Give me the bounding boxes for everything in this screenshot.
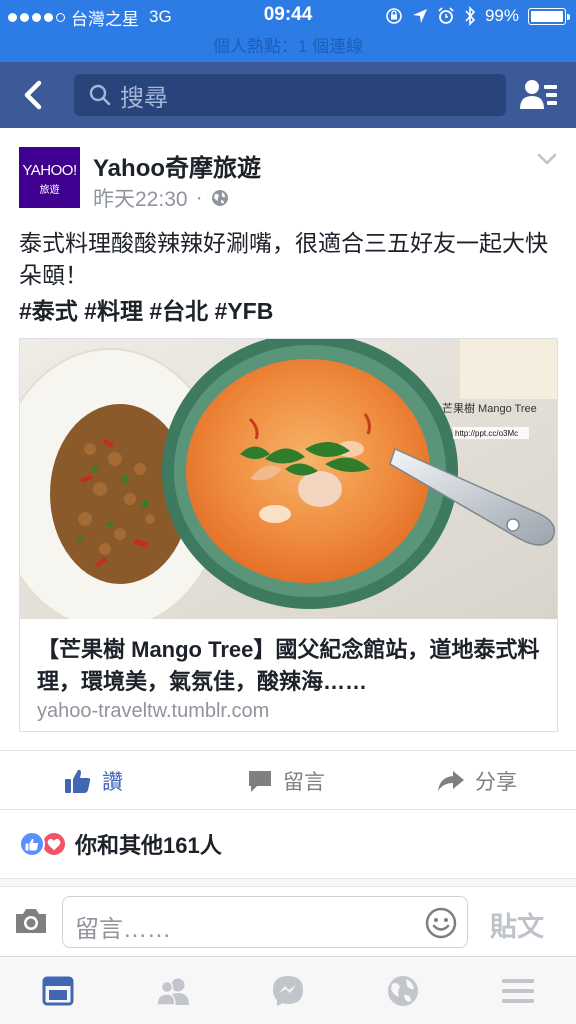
comment-button[interactable]: 留言 [247, 751, 325, 811]
menu-icon [502, 979, 534, 1003]
meta-separator: · [195, 186, 203, 209]
comment-bubble-icon [249, 771, 271, 792]
logo-text: YAHOO! [22, 162, 77, 179]
page-avatar[interactable]: YAHOO! 旅遊 [19, 147, 80, 208]
like-button[interactable]: 讚 [64, 751, 123, 811]
globe-icon [211, 190, 228, 206]
search-icon [89, 84, 111, 106]
friend-requests-icon[interactable] [520, 77, 558, 113]
smiley-icon[interactable] [425, 907, 457, 939]
news-feed-icon [42, 976, 74, 1006]
post-timestamp[interactable]: 昨天22:30 [93, 183, 188, 213]
link-title[interactable]: 【芒果樹 Mango Tree】國父紀念館站，道地泰式料理，環境美，氣氛佳，酸辣… [37, 634, 547, 698]
reactions-summary[interactable]: 你和其他161人 [19, 828, 222, 860]
like-label: 讚 [102, 771, 123, 794]
chevron-down-icon[interactable] [536, 152, 558, 166]
post-text: 泰式料理酸酸辣辣好涮嘴，很適合三五好友一起大快朵頤！ [19, 230, 548, 288]
alarm-icon [438, 7, 454, 24]
page-name[interactable]: Yahoo奇摩旅遊 [93, 148, 261, 183]
bluetooth-icon [465, 6, 476, 26]
tom-yum-soup-photo: 芒果樹 Mango Tree http://ppt.cc/o3Mc [20, 339, 557, 619]
comment-bar: 留言…… 貼文 [0, 886, 576, 956]
post-meta: 昨天22:30 · [93, 183, 229, 213]
post-header: YAHOO! 旅遊 Yahoo奇摩旅遊 昨天22:30 · [0, 128, 576, 216]
share-label: 分享 [475, 771, 517, 794]
comment-input[interactable]: 留言…… [62, 896, 468, 948]
chevron-left-icon[interactable] [16, 77, 52, 113]
post-hashtags[interactable]: #泰式 #料理 #台北 #YFB [19, 292, 273, 326]
tab-menu[interactable] [498, 971, 538, 1011]
tab-messenger[interactable] [268, 971, 308, 1011]
section-divider [0, 878, 576, 886]
messenger-icon [273, 976, 303, 1006]
battery-level [531, 10, 563, 22]
battery-percent: 99% [484, 6, 519, 25]
reaction-count-text: 你和其他161人 [75, 833, 222, 858]
link-image[interactable]: 芒果樹 Mango Tree http://ppt.cc/o3Mc [20, 339, 557, 619]
camera-icon[interactable] [14, 907, 48, 935]
post-actions: 讚 留言 分享 [0, 750, 576, 810]
share-button[interactable]: 分享 [437, 751, 517, 811]
nav-bar: 搜尋 [0, 62, 576, 128]
rotation-lock-icon [386, 8, 402, 24]
link-domain: yahoo-traveltw.tumblr.com [37, 700, 270, 722]
link-preview-card[interactable]: 芒果樹 Mango Tree http://ppt.cc/o3Mc 【芒果樹 M… [19, 338, 558, 732]
post-comment-button[interactable]: 貼文 [490, 905, 544, 944]
app-screen: 台灣之星 3G 09:44 99% 個人熱點：1 個連線 搜尋 YAHOO! 旅… [0, 0, 576, 1024]
friends-icon [156, 978, 189, 1006]
search-input[interactable]: 搜尋 [74, 74, 506, 116]
like-reaction-icon [19, 831, 45, 857]
comment-placeholder: 留言…… [75, 916, 171, 943]
image-watermark: 芒果樹 Mango Tree [442, 402, 537, 415]
hotspot-banner[interactable]: 個人熱點：1 個連線 [0, 32, 576, 57]
logo-subtext: 旅遊 [39, 185, 60, 196]
status-right: 99% [385, 5, 570, 27]
thumbs-up-icon [65, 769, 91, 793]
battery-icon [528, 7, 570, 25]
location-icon [412, 9, 427, 23]
comment-label: 留言 [283, 771, 325, 794]
image-url-watermark: http://ppt.cc/o3Mc [455, 429, 518, 438]
status-bar: 台灣之星 3G 09:44 99% 個人熱點：1 個連線 [0, 0, 576, 62]
tab-notifications[interactable] [383, 971, 423, 1011]
tab-bar [0, 956, 576, 1024]
search-placeholder: 搜尋 [120, 84, 168, 112]
tab-news-feed[interactable] [38, 971, 78, 1011]
share-arrow-icon [438, 771, 464, 791]
notifications-globe-icon [388, 976, 418, 1006]
tab-friends[interactable] [153, 971, 193, 1011]
link-info[interactable]: 【芒果樹 Mango Tree】國父紀念館站，道地泰式料理，環境美，氣氛佳，酸辣… [20, 620, 557, 732]
